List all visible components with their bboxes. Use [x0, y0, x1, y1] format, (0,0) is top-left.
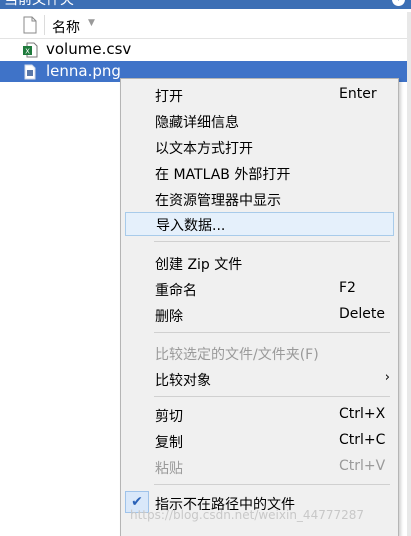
- menu-item-hide-details[interactable]: 隐藏详细信息: [125, 109, 394, 133]
- menu-item-shortcut: Ctrl+X: [339, 406, 386, 422]
- menu-separator: [154, 484, 390, 485]
- menu-item-label: 剪切: [155, 409, 183, 425]
- menu-item-label: 重命名: [155, 283, 197, 299]
- menu-item-shortcut: Ctrl+C: [339, 432, 386, 448]
- menu-item-label: 比较选定的文件/文件夹(F): [155, 347, 319, 363]
- menu-item-compare-to[interactable]: 比较对象 ›: [125, 367, 394, 391]
- menu-separator: [154, 241, 390, 242]
- menu-item-show-in-explorer[interactable]: 在资源管理器中显示: [125, 187, 394, 211]
- menu-item-paste: 粘贴 Ctrl+V: [125, 455, 394, 479]
- column-header: 名称 ▼: [0, 12, 411, 39]
- menu-item-shortcut: F2: [339, 280, 356, 296]
- type-column-header-icon[interactable]: [22, 16, 38, 34]
- sort-descending-icon[interactable]: ▼: [88, 18, 95, 28]
- menu-separator: [154, 332, 390, 333]
- svg-text:X: X: [25, 48, 30, 56]
- column-separator: [44, 15, 45, 35]
- image-file-icon: [22, 64, 38, 80]
- file-name: volume.csv: [46, 40, 132, 58]
- menu-item-delete[interactable]: 删除 Delete: [125, 303, 394, 327]
- submenu-arrow-icon: ›: [384, 370, 390, 385]
- panel-title: 当前文件夹: [4, 0, 74, 8]
- menu-item-open-as-text[interactable]: 以文本方式打开: [125, 135, 394, 159]
- menu-item-rename[interactable]: 重命名 F2: [125, 277, 394, 301]
- menu-item-label: 导入数据...: [156, 218, 226, 234]
- menu-item-label: 复制: [155, 435, 183, 451]
- menu-item-copy[interactable]: 复制 Ctrl+C: [125, 429, 394, 453]
- context-menu: 打开 Enter 隐藏详细信息 以文本方式打开 在 MATLAB 外部打开 在资…: [120, 78, 399, 536]
- menu-item-label: 在 MATLAB 外部打开: [155, 167, 291, 183]
- name-column-header[interactable]: 名称: [52, 17, 80, 37]
- watermark-text: https://blog.csdn.net/weixin_44777287: [130, 508, 365, 522]
- menu-item-open-outside-matlab[interactable]: 在 MATLAB 外部打开: [125, 161, 394, 185]
- csv-file-icon: X: [22, 42, 38, 58]
- menu-item-label: 以文本方式打开: [155, 141, 253, 157]
- menu-item-label: 隐藏详细信息: [155, 115, 239, 131]
- menu-separator: [154, 396, 390, 397]
- menu-item-label: 删除: [155, 309, 183, 325]
- menu-item-shortcut: Ctrl+V: [339, 458, 386, 474]
- menu-item-create-zip[interactable]: 创建 Zip 文件: [125, 251, 394, 275]
- menu-item-open[interactable]: 打开 Enter: [125, 83, 394, 107]
- menu-item-shortcut: Enter: [339, 86, 377, 102]
- panel-actions-icon[interactable]: ▾: [392, 0, 405, 6]
- panel-title-bar: 当前文件夹 ▾: [0, 0, 411, 9]
- menu-item-compare-selected: 比较选定的文件/文件夹(F): [125, 341, 394, 365]
- file-name: lenna.png: [46, 62, 121, 80]
- file-row-volume-csv[interactable]: X volume.csv: [0, 39, 407, 60]
- scrollbar-track[interactable]: [407, 12, 411, 536]
- menu-item-label: 创建 Zip 文件: [155, 257, 243, 273]
- menu-item-label: 粘贴: [155, 461, 183, 477]
- menu-item-label: 打开: [155, 89, 183, 105]
- menu-item-label: 在资源管理器中显示: [155, 193, 281, 209]
- menu-item-cut[interactable]: 剪切 Ctrl+X: [125, 403, 394, 427]
- menu-item-shortcut: Delete: [339, 306, 385, 322]
- menu-item-label: 比较对象: [155, 373, 211, 389]
- menu-item-import-data[interactable]: 导入数据...: [125, 212, 394, 236]
